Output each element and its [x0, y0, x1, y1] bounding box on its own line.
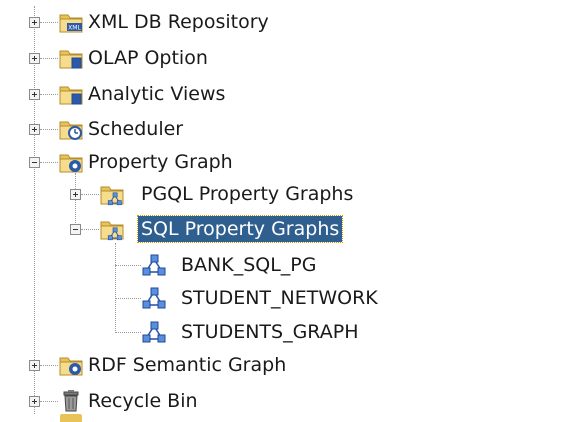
- property-graph-folder-icon: [59, 154, 83, 173]
- folder-icon: [60, 414, 82, 422]
- collapse-toggle[interactable]: [70, 224, 81, 235]
- tree-item-olap-option[interactable]: OLAP Option: [0, 41, 574, 75]
- graph-node-icon: [142, 287, 166, 309]
- tree-item-label: BANK_SQL_PG: [181, 254, 317, 276]
- svg-text:XML: XML: [68, 25, 81, 32]
- graph-node-icon: [142, 254, 166, 276]
- xml-folder-icon: XML: [59, 14, 83, 33]
- trash-icon: [63, 390, 79, 412]
- tree-item-label: RDF Semantic Graph: [88, 354, 287, 376]
- tree-item-analytic-views[interactable]: Analytic Views: [0, 77, 574, 111]
- property-graph-folder-icon: [59, 357, 83, 376]
- tree-item-label: STUDENT_NETWORK: [181, 287, 378, 309]
- collapse-toggle[interactable]: [29, 157, 40, 168]
- expand-toggle[interactable]: [29, 124, 40, 135]
- tree-item-label: XML DB Repository: [88, 11, 269, 33]
- navigator-tree: XML XML DB Repository OLAP Option Analyt…: [0, 0, 574, 422]
- expand-toggle[interactable]: [29, 89, 40, 100]
- tree-item-label: Analytic Views: [88, 83, 226, 105]
- folder-icon: [59, 50, 83, 69]
- tree-item-label: Scheduler: [88, 118, 184, 140]
- graph-folder-icon: [100, 221, 124, 241]
- tree-item-label: OLAP Option: [88, 47, 208, 69]
- graph-folder-icon: [100, 186, 124, 206]
- tree-item-rdf-semantic-graph[interactable]: RDF Semantic Graph: [0, 348, 574, 382]
- scheduler-folder-icon: [59, 121, 83, 140]
- tree-item-student-network[interactable]: STUDENT_NETWORK: [0, 281, 574, 315]
- expand-toggle[interactable]: [29, 53, 40, 64]
- expand-toggle[interactable]: [29, 396, 40, 407]
- tree-item-students-graph[interactable]: STUDENTS_GRAPH: [0, 315, 574, 349]
- expand-toggle[interactable]: [70, 189, 81, 200]
- tree-item-label-selected: SQL Property Graphs: [136, 215, 344, 243]
- tree-item-sql-property-graphs[interactable]: SQL Property Graphs: [0, 212, 574, 246]
- tree-item-label: PGQL Property Graphs: [141, 183, 354, 205]
- graph-node-icon: [142, 321, 166, 343]
- tree-item-scheduler[interactable]: Scheduler: [0, 112, 574, 146]
- tree-item-bank-sql-pg[interactable]: BANK_SQL_PG: [0, 248, 574, 282]
- tree-item-property-graph[interactable]: Property Graph: [0, 145, 574, 179]
- folder-icon: [59, 86, 83, 105]
- tree-item-pgql-property-graphs[interactable]: PGQL Property Graphs: [0, 177, 574, 211]
- tree-item-xml-db-repository[interactable]: XML XML DB Repository: [0, 5, 574, 39]
- tree-item-label: Recycle Bin: [88, 390, 198, 412]
- tree-item-label: STUDENTS_GRAPH: [181, 321, 359, 343]
- expand-toggle[interactable]: [29, 17, 40, 28]
- expand-toggle[interactable]: [29, 360, 40, 371]
- tree-item-recycle-bin[interactable]: Recycle Bin: [0, 384, 574, 418]
- tree-item-label: Property Graph: [88, 151, 233, 173]
